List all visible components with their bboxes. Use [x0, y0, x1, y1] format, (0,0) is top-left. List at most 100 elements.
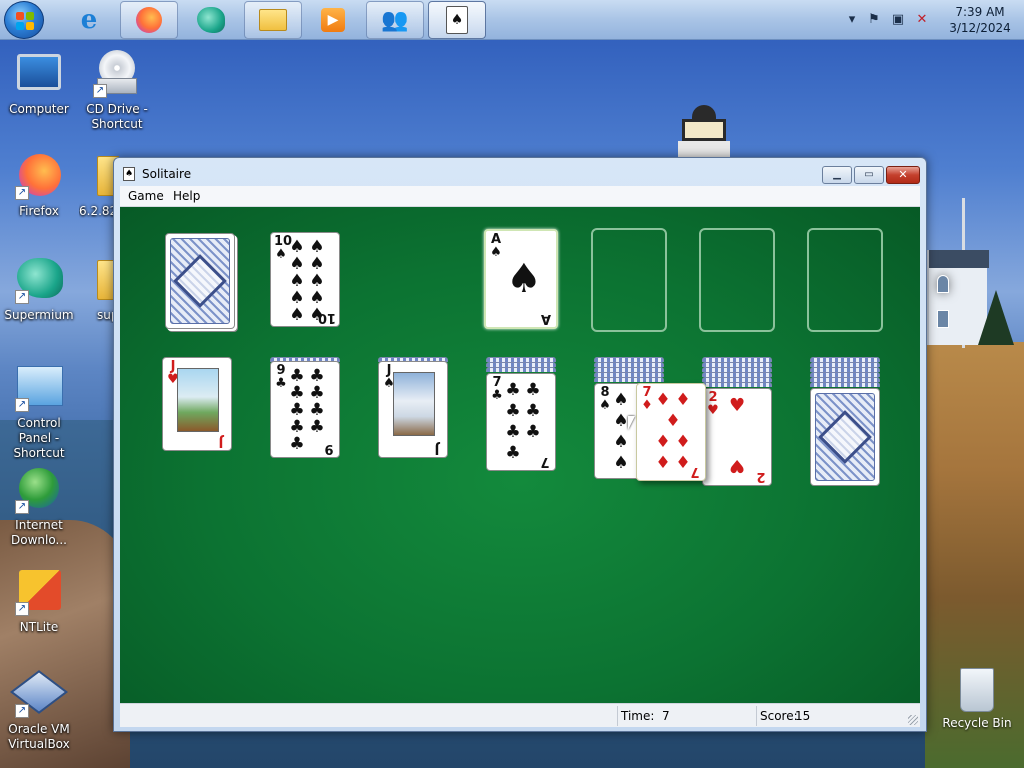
- window-titlebar[interactable]: ♠ Solitaire ▁ ▭ ✕: [114, 158, 926, 188]
- action-center-flag-icon[interactable]: ⚑: [866, 12, 882, 28]
- desktop-icon-label: Computer: [9, 102, 69, 116]
- desktop-icon-label: NTLite: [19, 620, 59, 634]
- taskbar-clock[interactable]: 7:39 AM 3/12/2024: [940, 4, 1020, 36]
- card-rank: 7: [540, 454, 550, 469]
- internet-download-manager-icon: ↗: [15, 466, 63, 514]
- clock-time: 7:39 AM: [955, 5, 1005, 19]
- foundation-1[interactable]: A ♠ ♠ A: [484, 229, 558, 329]
- solitaire-icon: ♠: [446, 6, 468, 34]
- cd-drive-icon: ↗: [93, 50, 141, 98]
- tableau-1-card[interactable]: J ♥ J: [162, 357, 232, 451]
- desktop-icon-firefox[interactable]: ↗ Firefox: [1, 152, 77, 219]
- tableau-4-facedown: [486, 367, 556, 372]
- spade-icon: ♠: [506, 256, 542, 302]
- card-suit: ♦: [641, 398, 653, 413]
- menu-help[interactable]: Help: [173, 189, 200, 203]
- virtualbox-icon: ↗: [9, 670, 69, 718]
- start-button[interactable]: [4, 1, 44, 39]
- card-suit: ♣: [275, 376, 287, 391]
- tableau-7-facedown-top[interactable]: [810, 388, 880, 486]
- desktop-icon-label: Supermium: [4, 308, 74, 322]
- desktop-icon-label: Oracle VM VirtualBox: [8, 722, 70, 751]
- tableau-6-facedown: [702, 382, 772, 387]
- score-value: 15: [795, 709, 811, 723]
- file-explorer-icon: [259, 9, 287, 31]
- foundation-2[interactable]: [591, 228, 667, 332]
- maximize-button[interactable]: ▭: [854, 166, 884, 184]
- tableau-5-facedown: [594, 377, 664, 382]
- shortcut-arrow-icon: ↗: [15, 500, 29, 514]
- taskbar-file-explorer[interactable]: [244, 1, 302, 39]
- volume-muted-icon[interactable]: ✕: [914, 12, 930, 28]
- card-rank: 10: [317, 310, 336, 325]
- taskbar-users[interactable]: 👥: [366, 1, 424, 39]
- jack-picture: [393, 372, 435, 436]
- wallpaper-tree: [978, 290, 1014, 345]
- desktop-icon-virtualbox[interactable]: ↗ Oracle VM VirtualBox: [1, 670, 77, 752]
- taskbar: e ▶ 👥 ♠ ▾ ⚑ ▣ ✕ 7:39 AM 3/12/2024: [0, 0, 1024, 40]
- tableau-3-card[interactable]: J ♠ J: [378, 361, 448, 458]
- firefox-icon: ↗: [15, 152, 63, 200]
- heart-icon: ♥: [729, 455, 746, 476]
- taskbar-supermium[interactable]: [182, 1, 240, 39]
- minimize-button[interactable]: ▁: [822, 166, 852, 184]
- waste-card[interactable]: 10 ♠ ♠ ♠ ♠ ♠ ♠ ♠ ♠ ♠ ♠ ♠ 10: [270, 232, 340, 327]
- shortcut-arrow-icon: ↗: [15, 186, 29, 200]
- foundation-4[interactable]: [807, 228, 883, 332]
- media-player-icon: ▶: [321, 8, 345, 32]
- stock-pile[interactable]: [165, 233, 235, 329]
- close-icon: ✕: [898, 168, 908, 181]
- shortcut-arrow-icon: ↗: [15, 704, 29, 718]
- taskbar-internet-explorer[interactable]: e: [60, 1, 118, 39]
- solitaire-app-icon: ♠: [123, 167, 135, 181]
- ntlite-icon: ↗: [15, 568, 63, 616]
- tableau-6-card[interactable]: 2 ♥ ♥ ♥ 2: [702, 388, 772, 486]
- taskbar-solitaire[interactable]: ♠: [428, 1, 486, 39]
- card-suit: ♠: [490, 245, 502, 260]
- desktop-icon-cd-drive[interactable]: ↗ CD Drive - Shortcut: [79, 50, 155, 132]
- taskbar-media-player[interactable]: ▶: [304, 1, 362, 39]
- desktop-icon-label: Control Panel - Shortcut: [13, 416, 65, 460]
- close-button[interactable]: ✕: [886, 166, 920, 184]
- desktop-icon-label: Recycle Bin: [942, 716, 1012, 730]
- shortcut-arrow-icon: ↗: [15, 290, 29, 304]
- card-rank: 7: [690, 464, 700, 479]
- dragging-card[interactable]: 7 ♦ ♦ ♦ ♦ ♦ ♦ ♦ ♦ 7: [636, 383, 706, 481]
- minimize-icon: ▁: [833, 169, 841, 180]
- tableau-4-card[interactable]: 7 ♣ ♣ ♣ ♣ ♣ ♣ ♣ ♣ 7: [486, 373, 556, 471]
- window-title: Solitaire: [142, 167, 192, 181]
- recycle-bin-icon: [960, 668, 994, 712]
- game-board[interactable]: 10 ♠ ♠ ♠ ♠ ♠ ♠ ♠ ♠ ♠ ♠ ♠ 10 A ♠ ♠ A J ♥ J 9 ♣ ♣ ♣ ♣ ♣ ♣ ♣ ♣…: [120, 207, 920, 703]
- wallpaper-lighthouse: [678, 105, 730, 159]
- shortcut-arrow-icon: ↗: [93, 84, 107, 98]
- menu-game[interactable]: Game: [128, 189, 164, 203]
- network-icon[interactable]: ▣: [890, 12, 906, 28]
- desktop-icon-internet-download-manager[interactable]: ↗ Internet Downlo...: [1, 466, 77, 548]
- desktop-icon-computer[interactable]: Computer: [1, 50, 77, 117]
- foundation-3[interactable]: [699, 228, 775, 332]
- mouse-cursor: [628, 416, 635, 430]
- clock-date: 3/12/2024: [949, 21, 1011, 35]
- firefox-icon: [136, 7, 162, 33]
- heart-icon: ♥: [729, 395, 746, 416]
- desktop-icon-label: CD Drive - Shortcut: [86, 102, 148, 131]
- desktop-icon-control-panel[interactable]: ↗ Control Panel - Shortcut: [1, 364, 77, 461]
- desktop-icon-recycle-bin[interactable]: Recycle Bin: [942, 668, 1012, 730]
- card-rank: J: [434, 441, 440, 456]
- desktop-icon-supermium[interactable]: ↗ Supermium: [1, 256, 77, 323]
- desktop-icon-label: Internet Downlo...: [11, 518, 67, 547]
- windows-logo-icon: [16, 12, 34, 30]
- show-hidden-icons-icon[interactable]: ▾: [844, 12, 860, 28]
- resize-grip[interactable]: [908, 715, 918, 725]
- card-pips: ♦ ♦ ♦ ♦ ♦ ♦ ♦: [655, 390, 691, 473]
- card-pips: ♣ ♣ ♣ ♣ ♣ ♣ ♣: [505, 380, 541, 463]
- tableau-2-card[interactable]: 9 ♣ ♣ ♣ ♣ ♣ ♣ ♣ ♣ ♣ ♣ 9: [270, 361, 340, 458]
- desktop-icon-ntlite[interactable]: ↗ NTLite: [1, 568, 77, 635]
- time-value: 7: [662, 709, 670, 723]
- solitaire-window: ♠ Solitaire ▁ ▭ ✕ Game Help 10 ♠ ♠ ♠ ♠ ♠ ♠ ♠ ♠ ♠…: [113, 157, 927, 732]
- card-suit: ♥: [707, 403, 719, 418]
- users-icon: 👥: [381, 7, 409, 33]
- card-rank: 9: [324, 441, 334, 456]
- taskbar-firefox[interactable]: [120, 1, 178, 39]
- internet-explorer-icon: e: [80, 5, 98, 35]
